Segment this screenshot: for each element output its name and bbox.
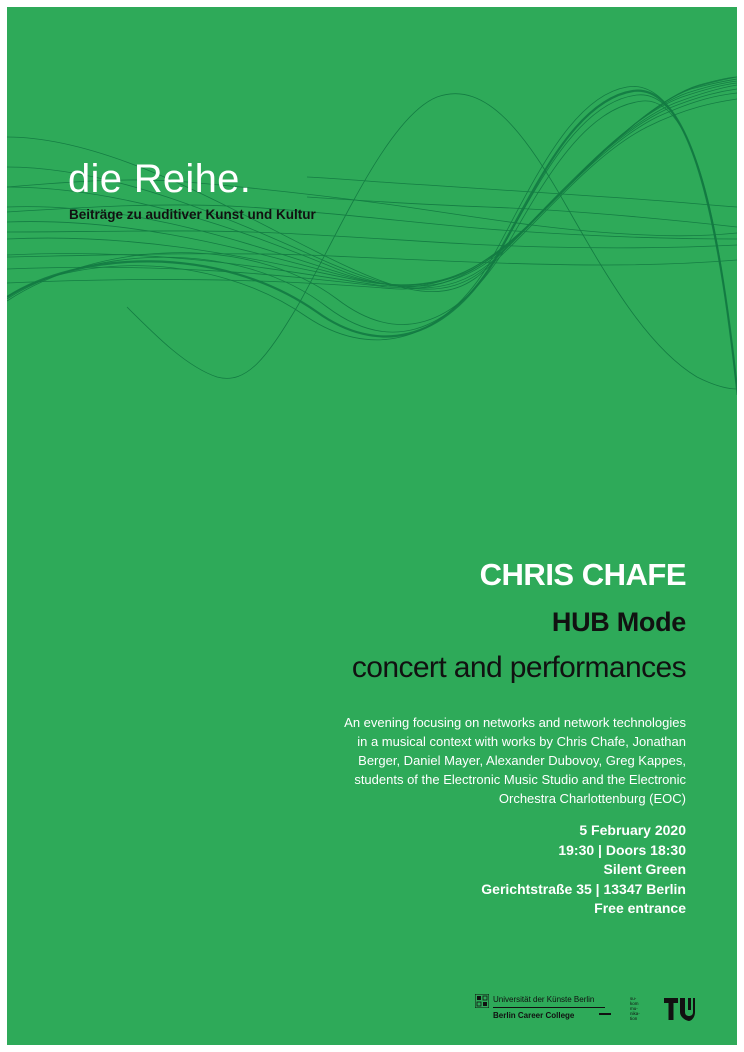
event-format: concert and performances [351,651,687,684]
event-venue: Silent Green [603,861,686,877]
poster: die Reihe. Beiträge zu auditiver Kunst u… [7,7,737,1045]
event-address: Gerichtstraße 35 | 13347 Berlin [481,880,686,897]
description-line: Berger, Daniel Mayer, Alexander Dubovoy,… [358,753,686,768]
event-date: 5 February 2020 [579,822,686,838]
description-line: in a musical context with works by Chris… [357,734,686,749]
tu-logo-icon [664,998,695,1021]
series-title: die Reihe. [68,157,252,201]
partner-logos: Universität der Künste Berlin Berlin Car… [475,989,695,1029]
divider [599,1013,611,1015]
description-line: An evening focusing on networks and netw… [344,715,686,730]
artist-name: CHRIS CHAFE [479,557,687,592]
event-time: 19:30 | Doors 18:30 [558,841,686,858]
udk-name: Universität der Künste Berlin [493,995,595,1004]
event-details: 5 February 2020 19:30 | Doors 18:30 Sile… [481,821,686,919]
bcc-name: Berlin Career College [493,1011,575,1020]
description-line: students of the Electronic Music Studio … [354,772,686,787]
udk-logo-icon [475,994,489,1008]
description-line: Orchestra Charlottenburg (EOC) [498,791,686,806]
divider [493,1007,605,1008]
series-subtitle: Beiträge zu auditiver Kunst und Kultur [69,207,316,222]
event-admission: Free entrance [594,900,686,916]
work-title: HUB Mode [551,607,686,637]
sukom-text: tion [630,1016,638,1021]
event-description: An evening focusing on networks and netw… [306,713,686,808]
sukom-logo-icon: su- kom mu- nika- tion [630,996,656,1026]
